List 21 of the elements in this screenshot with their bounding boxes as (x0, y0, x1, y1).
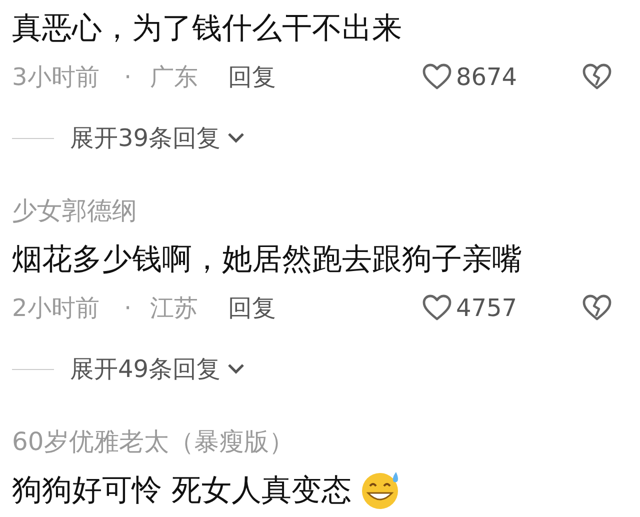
broken-heart-icon[interactable] (582, 294, 612, 322)
like-count: 4757 (456, 293, 518, 324)
separator-dot: · (124, 62, 133, 93)
expand-replies[interactable]: 展开49条回复 (70, 351, 245, 387)
chevron-down-icon (226, 363, 245, 375)
reply-link[interactable]: 回复 (228, 290, 276, 326)
location: 江苏 (150, 293, 199, 324)
like-count: 8674 (456, 62, 518, 93)
broken-heart-icon[interactable] (582, 63, 612, 91)
timestamp: 3小时前 (12, 62, 100, 93)
expand-replies[interactable]: 展开39条回复 (70, 120, 245, 156)
location: 广东 (150, 62, 199, 93)
timestamp: 2小时前 (12, 293, 100, 324)
heart-icon[interactable] (422, 294, 452, 322)
separator-dot: · (124, 293, 133, 324)
comment-text: 狗狗好可怜 死女人真变态 (12, 472, 352, 510)
comment-text: 真恶心，为了钱什么干不出来 (12, 10, 402, 48)
comment-text: 烟花多少钱啊，她居然跑去跟狗子亲嘴 (12, 240, 522, 278)
heart-icon[interactable] (422, 63, 452, 91)
reply-link[interactable]: 回复 (228, 59, 276, 95)
chevron-down-icon (226, 132, 245, 144)
